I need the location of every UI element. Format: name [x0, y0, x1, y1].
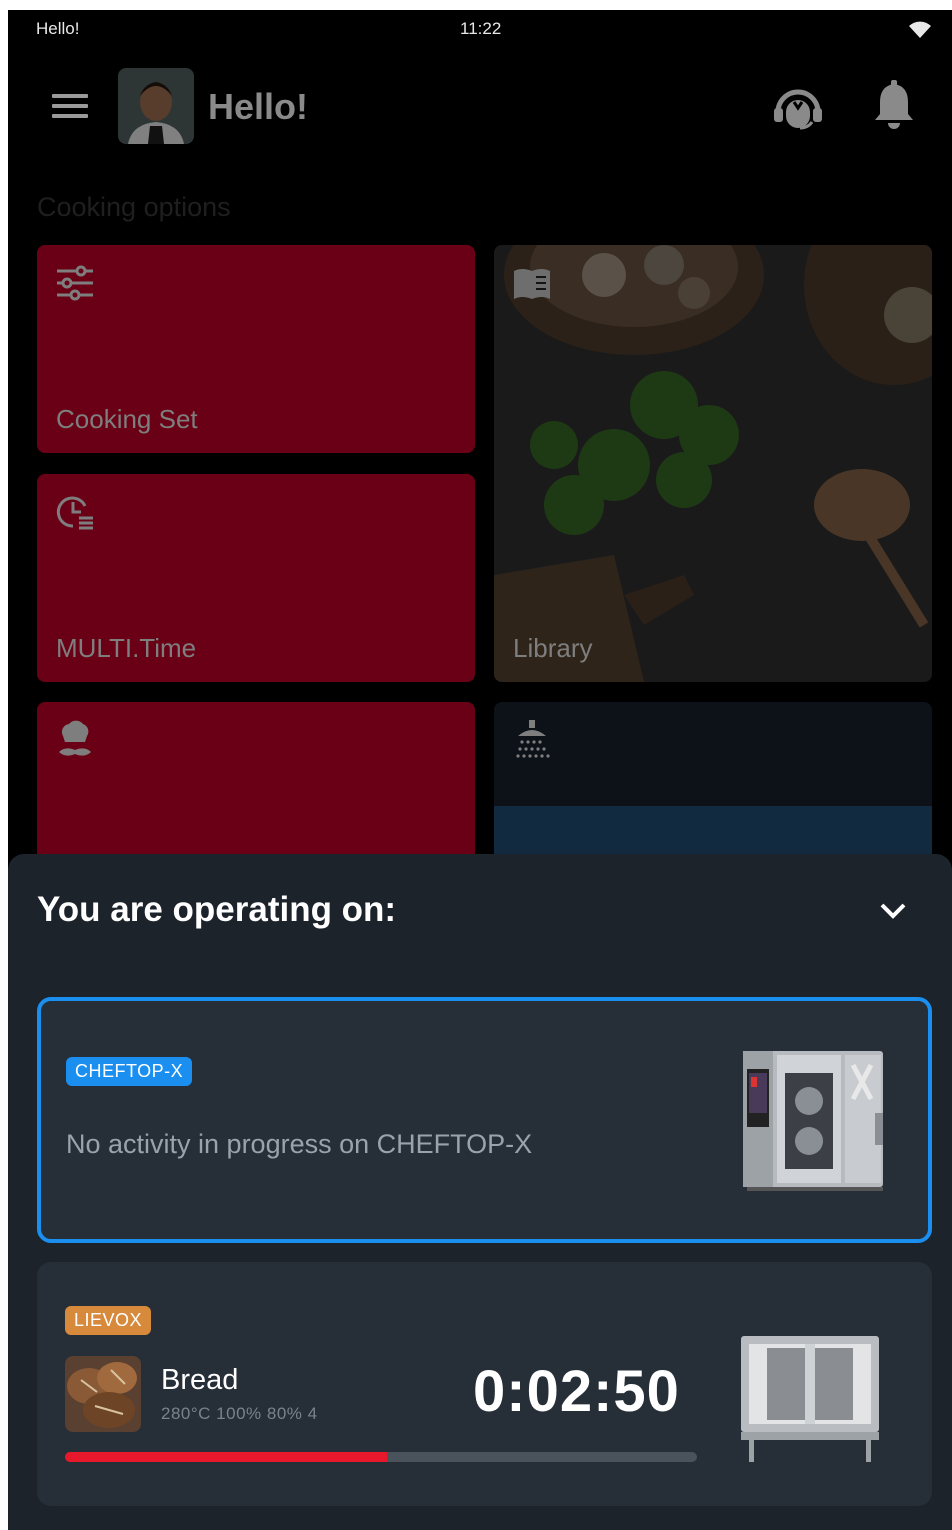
tile-label: Cooking Set	[56, 404, 198, 434]
sliders-icon	[57, 265, 93, 301]
wifi-icon	[909, 21, 931, 38]
book-icon	[514, 269, 550, 299]
status-greeting: Hello!	[36, 19, 80, 38]
tile-label: MULTI.Time	[56, 633, 197, 663]
tile-multitime[interactable]: MULTI.Time	[37, 474, 475, 682]
support-icon[interactable]	[772, 82, 824, 130]
progress-fill	[65, 1452, 388, 1462]
bell-icon[interactable]	[872, 80, 916, 132]
sheet-title: You are operating on:	[37, 890, 397, 929]
bread-thumbnail	[65, 1356, 141, 1432]
operating-sheet: You are operating on: CHEFTOP-X No activ…	[8, 854, 952, 1530]
device-status-text: No activity in progress on CHEFTOP-X	[66, 1129, 533, 1159]
tile-library[interactable]: Library	[494, 245, 932, 682]
chevron-down-icon[interactable]	[876, 898, 910, 924]
shower-icon	[516, 720, 550, 758]
countdown-timer: 0:02:50	[473, 1359, 680, 1424]
cooking-progress-bar	[65, 1452, 697, 1462]
device-card-cheftop[interactable]: CHEFTOP-X No activity in progress on CHE…	[37, 997, 932, 1243]
avatar[interactable]	[118, 68, 194, 144]
device-card-lievox[interactable]: LIEVOX Bread 280°C 100% 80% 4 0:02:50	[37, 1262, 932, 1506]
clock-list-icon	[56, 496, 93, 530]
library-background-image	[494, 245, 932, 682]
device-badge: CHEFTOP-X	[66, 1057, 193, 1086]
screen: Hello! 11:22 Hello! Cooking options Cook…	[8, 10, 952, 1530]
status-bar: Hello! 11:22	[8, 10, 952, 50]
lievox-oven-image	[741, 1336, 879, 1462]
device-badge: LIEVOX	[65, 1306, 152, 1335]
program-parameters: 280°C 100% 80% 4	[161, 1404, 318, 1423]
chef-icon	[59, 720, 91, 756]
tile-cooking-set[interactable]: Cooking Set	[37, 245, 475, 453]
header-title: Hello!	[208, 86, 309, 127]
cooking-options-label: Cooking options	[37, 192, 231, 222]
program-name: Bread	[161, 1364, 239, 1396]
app-header: Hello!	[8, 60, 952, 152]
cheftop-oven-image	[743, 1051, 883, 1191]
status-time: 11:22	[460, 19, 502, 38]
tile-label: Library	[513, 633, 593, 663]
menu-icon[interactable]	[52, 94, 88, 120]
